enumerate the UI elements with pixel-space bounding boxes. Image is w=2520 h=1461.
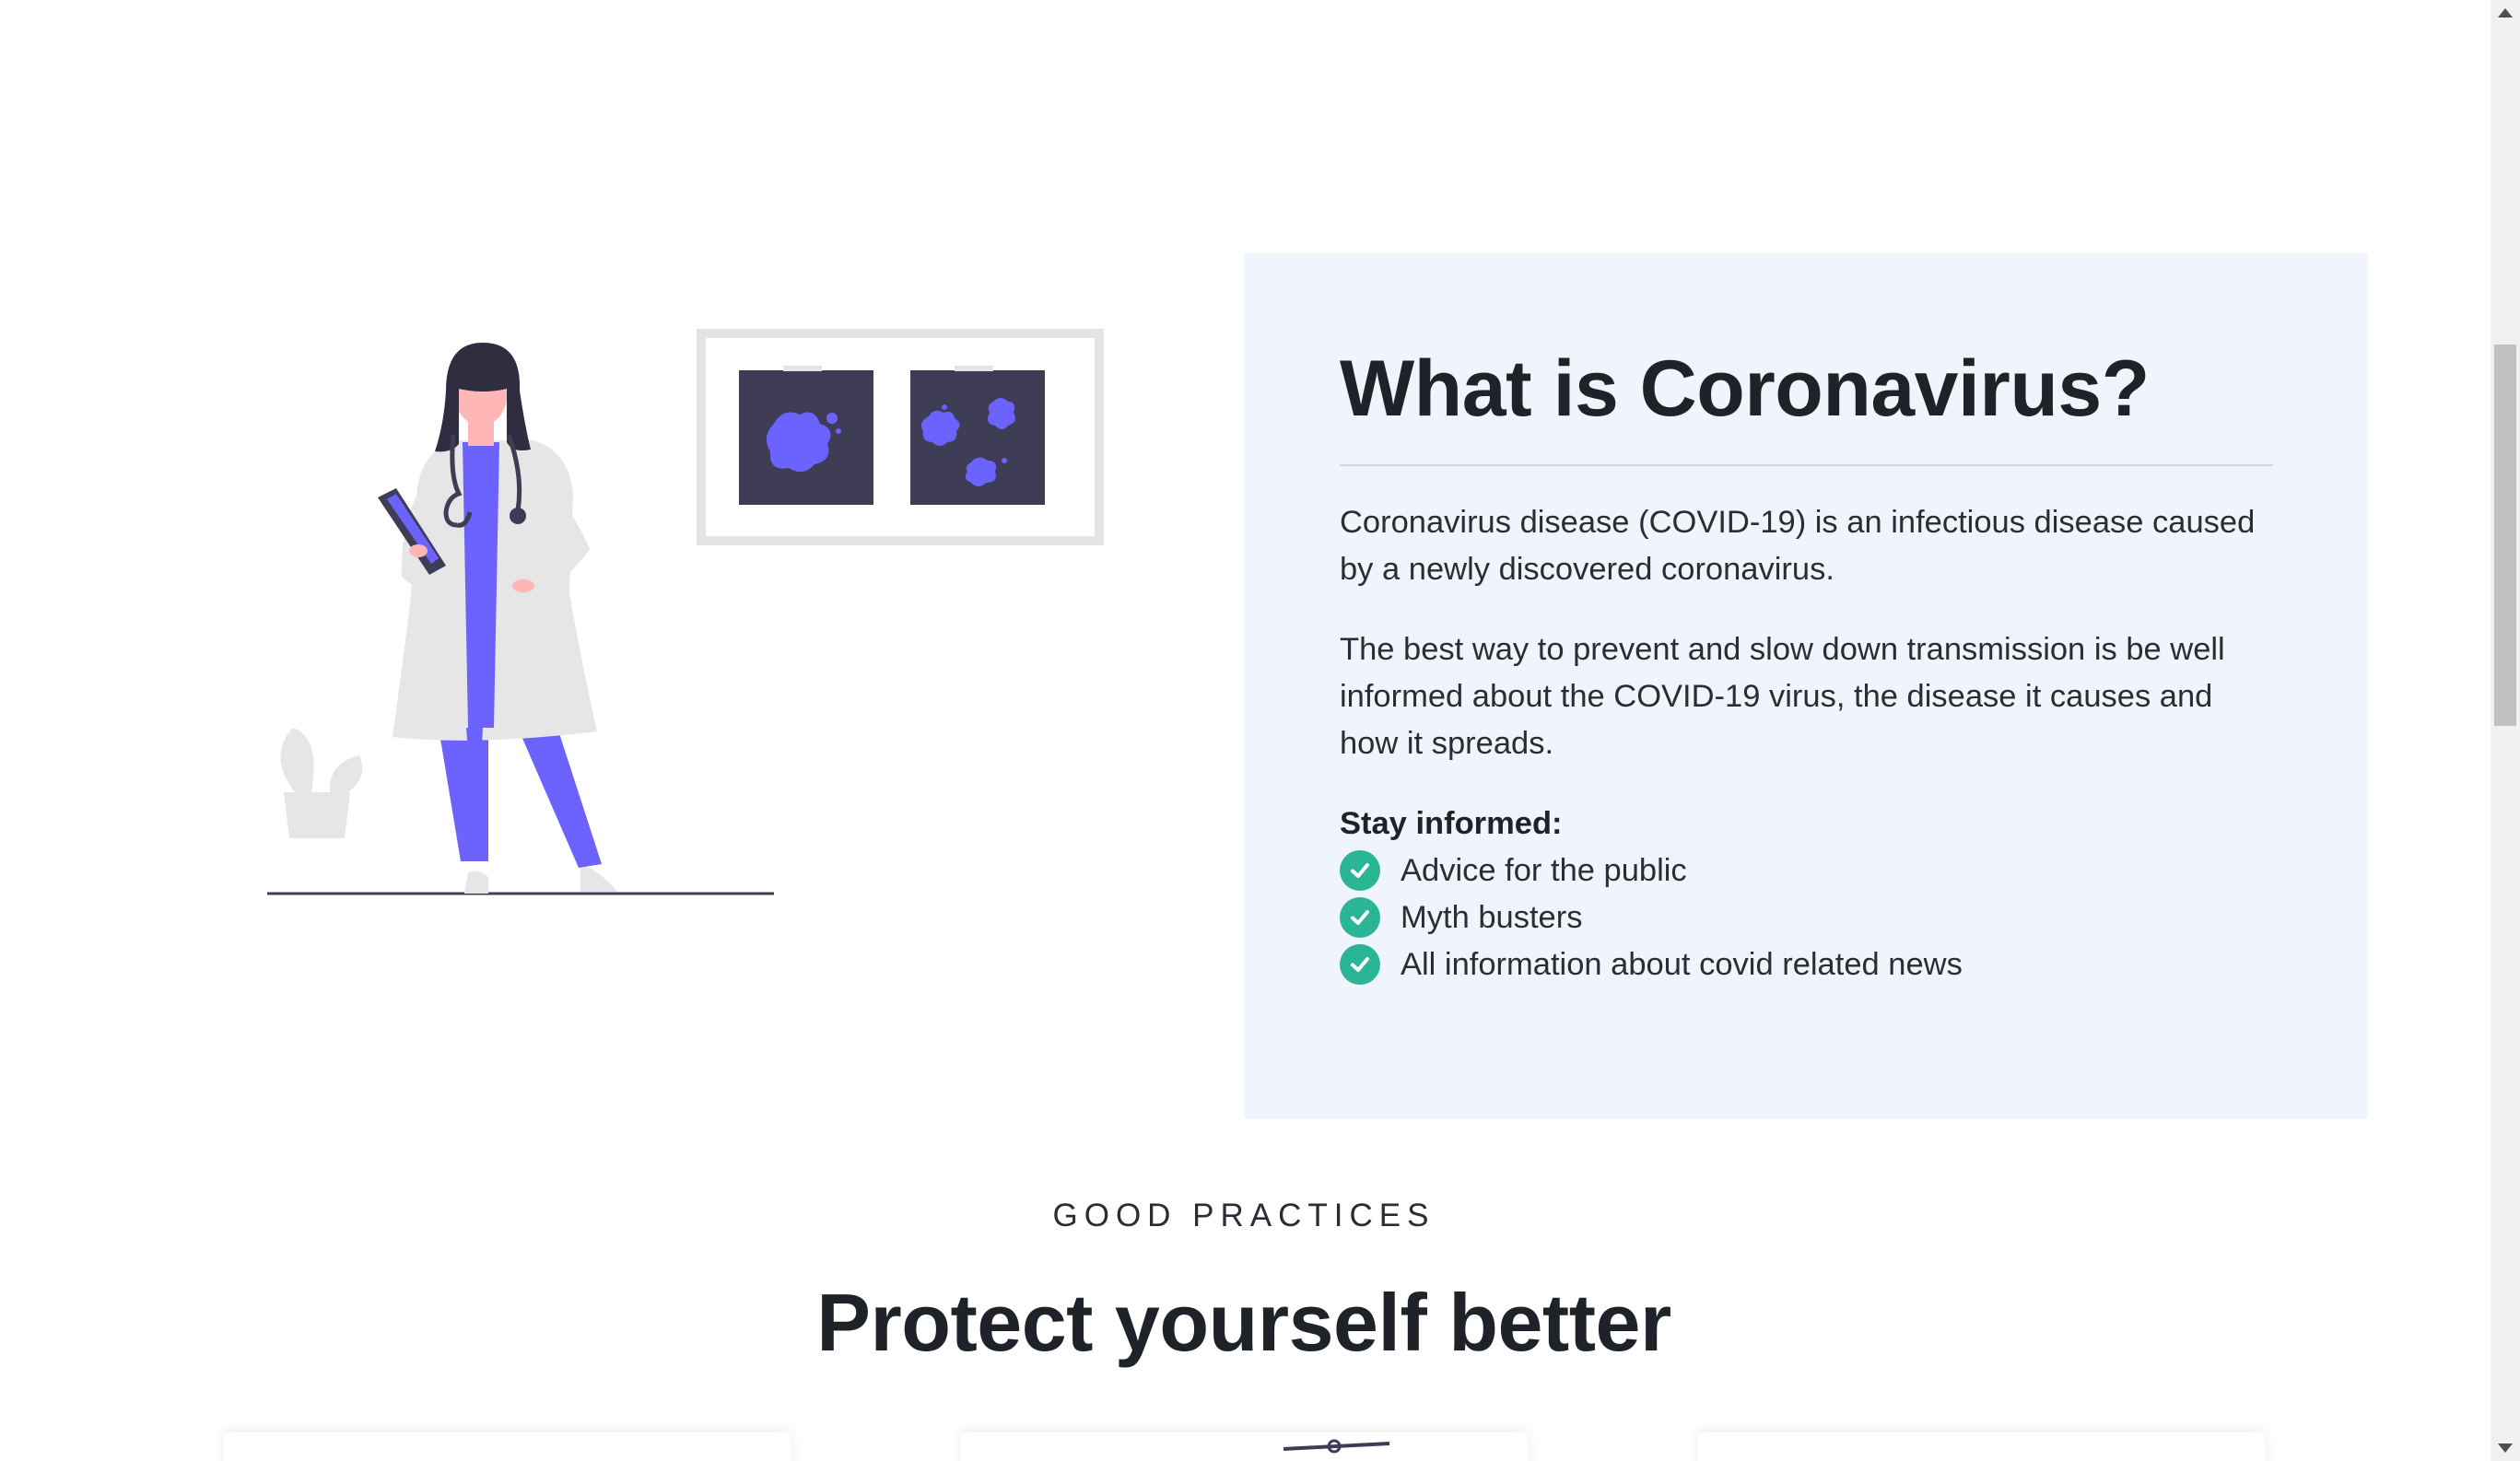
practice-card-3: [1698, 1432, 2265, 1461]
coronavirus-info-card: What is Coronavirus? Coronavirus disease…: [1244, 253, 2368, 1119]
stay-informed-heading: Stay informed:: [1340, 805, 1563, 841]
check-circle-icon: [1340, 897, 1380, 939]
section-eyebrow: GOOD PRACTICES: [1052, 1198, 1436, 1233]
check-circle-icon: [1340, 944, 1380, 986]
check-circle-icon: [1340, 850, 1380, 892]
practice-card-2: [961, 1432, 1528, 1461]
practice-card-1: [224, 1432, 791, 1461]
list-item-covid-news[interactable]: All information about covid related news: [1340, 941, 2273, 988]
section-title: Protect yourself better: [816, 1277, 1671, 1368]
list-item-myth-busters[interactable]: Myth busters: [1340, 894, 2273, 941]
info-paragraph-1: Coronavirus disease (COVID-19) is an inf…: [1340, 504, 2256, 587]
list-item-label[interactable]: All information about covid related news: [1401, 947, 1963, 983]
scroll-thumb[interactable]: [2494, 345, 2516, 726]
scroll-up-arrow-icon[interactable]: [2491, 0, 2520, 26]
info-title: What is Coronavirus?: [1340, 345, 2150, 433]
list-item-advice[interactable]: Advice for the public: [1340, 847, 2273, 894]
list-item-label[interactable]: Advice for the public: [1401, 853, 1687, 889]
title-divider: [1340, 463, 2273, 466]
page: What is Coronavirus? Coronavirus disease…: [0, 0, 2520, 1461]
stay-informed-list: Advice for the public Myth busters All i…: [1340, 847, 2273, 988]
doctor-illustration: [267, 329, 1104, 895]
card-illustration-fragment: [1283, 1439, 1390, 1454]
info-paragraph-2: The best way to prevent and slow down tr…: [1340, 631, 2225, 761]
scroll-down-arrow-icon[interactable]: [2491, 1435, 2520, 1461]
list-item-label[interactable]: Myth busters: [1401, 900, 1582, 936]
page-scrollbar[interactable]: [2491, 0, 2520, 1461]
